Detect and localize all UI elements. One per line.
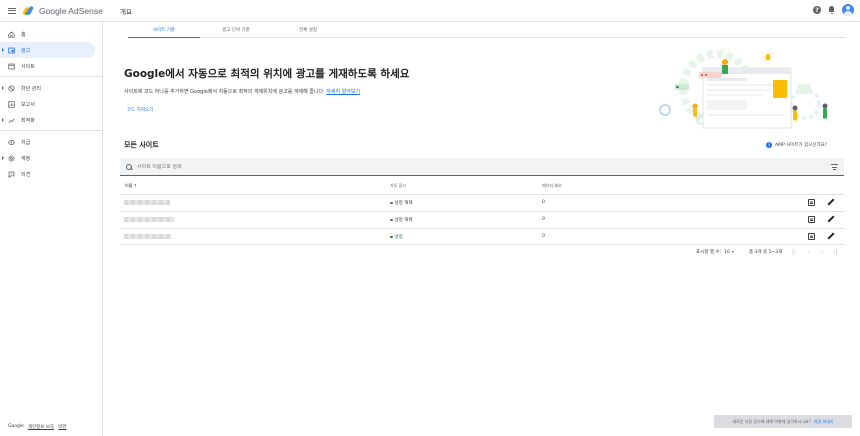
column-header-name[interactable]: 이름 ↑	[125, 183, 137, 189]
sidebar-item-sites[interactable]: 사이트	[0, 58, 95, 74]
report-icon[interactable]	[808, 199, 815, 206]
sidebar: 홈 광고 사이트 차단 관리 보고서 최적화 지급 계정 의견 Google 개…	[0, 22, 103, 436]
sidebar-item-feedback[interactable]: 의견	[0, 166, 95, 182]
redacted-site-name	[124, 234, 171, 239]
report-icon[interactable]	[808, 233, 815, 240]
terms-link[interactable]: 약관	[58, 424, 66, 430]
table-divider	[120, 244, 844, 245]
expand-caret-icon	[2, 156, 4, 160]
sidebar-item-label: 의견	[21, 171, 31, 178]
adsense-logo-icon	[22, 5, 35, 16]
page-exclusions-count: 0	[542, 234, 545, 239]
search-icon	[126, 163, 132, 170]
auto-ads-status: 설정	[390, 234, 403, 240]
dropdown-arrow-icon	[731, 251, 734, 253]
amp-question-text: AMP 사이트가 있으신가요?	[775, 142, 828, 148]
top-app-bar: Google AdSense 개요 ?	[0, 0, 860, 22]
help-icon[interactable]: ?	[813, 6, 821, 14]
auto-ads-status: 설정 해제	[390, 217, 413, 223]
sidebar-item-label: 홈	[21, 31, 26, 38]
amp-question[interactable]: i AMP 사이트가 있으신가요?	[766, 140, 827, 149]
redacted-site-name	[124, 200, 170, 205]
first-page-icon[interactable]: |‹	[792, 249, 796, 256]
report-icon[interactable]	[808, 216, 815, 223]
page-exclusions-count: 0	[542, 200, 545, 205]
privacy-link[interactable]: 개인정보 보호	[28, 424, 54, 430]
block-icon	[8, 84, 15, 92]
expand-caret-icon	[2, 48, 4, 52]
tab-by-ad-unit[interactable]: 광고 단위 기준	[200, 22, 272, 38]
last-page-icon[interactable]: ›|	[833, 249, 837, 256]
expand-caret-icon	[2, 118, 4, 122]
edit-pencil-icon[interactable]	[827, 198, 835, 206]
sites-section-title: 모든 사이트	[124, 141, 159, 149]
info-icon: i	[766, 141, 772, 148]
sidebar-item-label: 계정	[21, 155, 31, 162]
sidebar-item-home[interactable]: 홈	[0, 26, 95, 42]
next-page-icon[interactable]: ›	[821, 249, 823, 256]
sites-icon	[8, 63, 15, 70]
feedback-icon	[8, 171, 15, 178]
sidebar-item-account[interactable]: 계정	[0, 150, 95, 166]
edit-pencil-icon[interactable]	[827, 215, 835, 223]
tab-bar: 사이트 기준 광고 단위 기준 전체 설정	[128, 22, 846, 38]
redacted-site-name	[124, 217, 174, 222]
sidebar-divider	[0, 76, 103, 77]
sidebar-item-label: 지급	[21, 139, 31, 146]
sidebar-item-label: 사이트	[21, 63, 35, 70]
sidebar-footer: Google 개인정보 보호 약관	[8, 424, 66, 430]
sidebar-item-ads[interactable]: 광고	[0, 42, 95, 58]
auto-ads-illustration	[659, 50, 828, 129]
notifications-bell-icon[interactable]	[828, 6, 835, 14]
sidebar-item-reports[interactable]: 보고서	[0, 96, 95, 112]
feedback-snackbar: 새로운 자동 광고에 대해 어떻게 생각하시나요? 의견 보내기	[714, 415, 852, 428]
hero-description: 사이트에 코드 하나를 추가하면 Google에서 자동으로 최적의 게재위치에…	[124, 88, 360, 95]
auto-ads-status: 설정 해제	[390, 200, 413, 206]
rows-per-page-select[interactable]: 10	[724, 250, 734, 255]
page-title: 개요	[120, 8, 132, 16]
expand-caret-icon	[2, 86, 4, 90]
site-search-input[interactable]	[137, 163, 737, 170]
sidebar-item-label: 최적화	[21, 117, 35, 124]
rows-per-page-label: 표시할 행 수:	[696, 250, 722, 255]
sidebar-item-label: 보고서	[21, 101, 35, 108]
prev-page-icon[interactable]: ‹	[808, 249, 810, 256]
payments-icon	[8, 139, 15, 146]
sidebar-item-label: 광고	[21, 47, 31, 54]
ads-icon	[8, 47, 15, 54]
sidebar-item-payments[interactable]: 지급	[0, 134, 95, 150]
sidebar-item-optimization[interactable]: 최적화	[0, 112, 95, 128]
account-avatar[interactable]	[842, 4, 854, 16]
filter-icon[interactable]	[831, 164, 838, 170]
brand-name: Google AdSense	[39, 5, 103, 16]
table-row: 설정 0	[120, 229, 844, 245]
edit-pencil-icon[interactable]	[827, 232, 835, 240]
sidebar-item-block-controls[interactable]: 차단 관리	[0, 80, 95, 96]
pagination-range: 총 3개 중 1~3개	[749, 250, 783, 255]
hero-description-text: 사이트에 코드 하나를 추가하면 Google에서 자동으로 최적의 게재위치에…	[124, 89, 325, 95]
site-search-bar	[120, 158, 844, 176]
column-header-auto-ads: 자동 광고	[390, 183, 406, 188]
hero-title: Google에서 자동으로 최적의 위치에 광고를 게재하도록 하세요	[124, 68, 410, 80]
tab-global-settings[interactable]: 전체 설정	[272, 22, 344, 38]
tab-by-site[interactable]: 사이트 기준	[128, 22, 200, 38]
reports-icon	[8, 100, 15, 108]
page-exclusions-count: 0	[542, 217, 545, 222]
sidebar-item-label: 차단 관리	[21, 85, 41, 92]
send-feedback-link[interactable]: 의견 보내기	[814, 419, 834, 425]
footer-google: Google	[8, 424, 24, 429]
sidebar-divider	[0, 130, 103, 131]
home-icon	[8, 31, 15, 38]
optimize-icon	[8, 117, 15, 124]
table-row: 설정 해제 0	[120, 212, 844, 228]
feedback-question: 새로운 자동 광고에 대해 어떻게 생각하시나요?	[732, 418, 811, 424]
menu-icon[interactable]	[8, 7, 16, 14]
get-code-link[interactable]: 코드 가져오기	[127, 107, 153, 113]
column-header-page-exclusions: 페이지 제외	[542, 183, 562, 188]
rows-per-page: 표시할 행 수: 10	[696, 249, 734, 255]
table-row: 설정 해제 0	[120, 195, 844, 211]
learn-more-link[interactable]: 자세히 알아보기	[326, 89, 360, 95]
gear-icon	[8, 154, 15, 162]
